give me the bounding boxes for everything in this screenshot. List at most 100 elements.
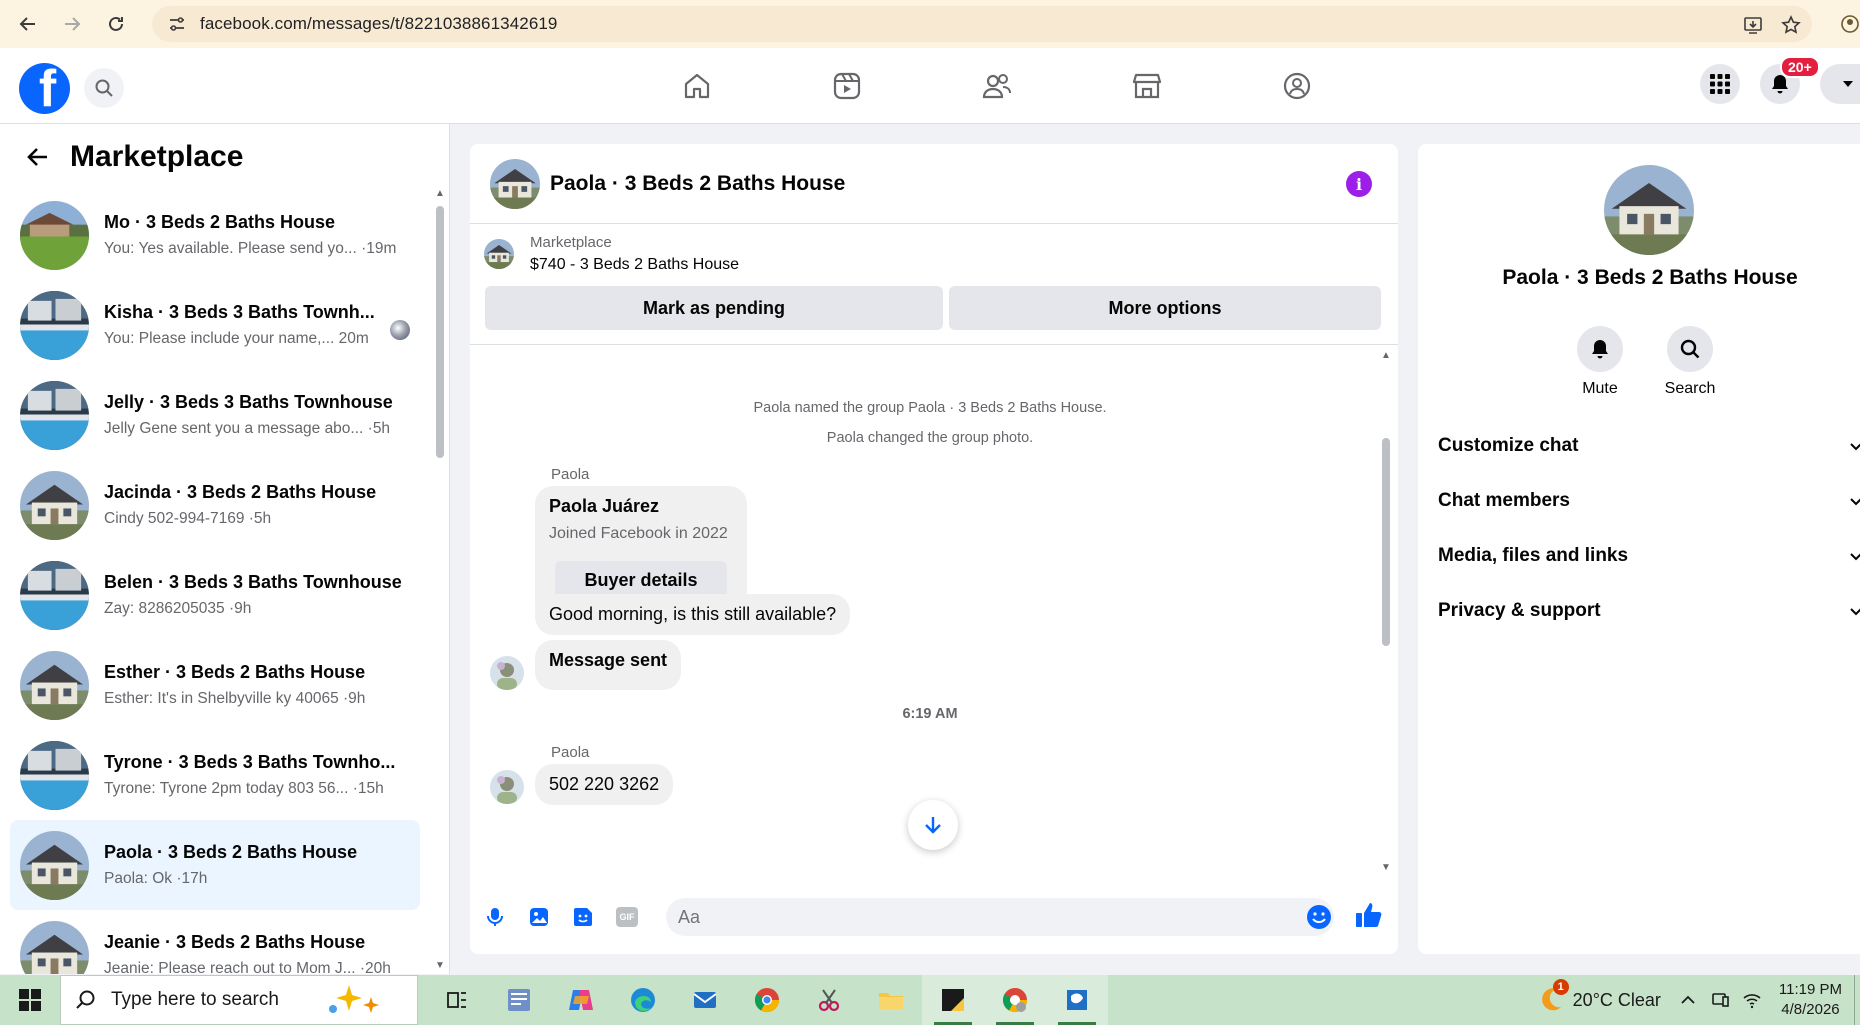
conversation-info-button[interactable]: i	[1346, 171, 1372, 197]
emoji-button[interactable]	[1306, 904, 1332, 930]
sticker-button[interactable]	[568, 902, 598, 932]
taskbar-app-sticky-notes[interactable]	[922, 975, 984, 1025]
star-icon	[1781, 15, 1801, 34]
customize-chat-section[interactable]: Customize chat	[1438, 426, 1860, 466]
scroll-to-bottom-button[interactable]	[908, 800, 958, 850]
clock[interactable]: 11:19 PM 4/8/2026	[1779, 980, 1842, 1020]
url-text[interactable]: facebook.com/messages/t/8221038861342619	[200, 14, 557, 34]
tab-groups[interactable]	[1222, 64, 1372, 108]
taskbar-app-outlook[interactable]	[674, 975, 736, 1025]
header-divider	[470, 344, 1398, 345]
more-options-button[interactable]: More options	[949, 286, 1381, 330]
message-input[interactable]	[666, 898, 1334, 936]
thread-item[interactable]: Jacinda · 3 Beds 2 Baths House Cindy 502-…	[10, 460, 420, 550]
message-bubble[interactable]: Good morning, is this still available?	[535, 594, 851, 635]
taskbar-app-chrome-profile[interactable]	[984, 975, 1046, 1025]
thread-item[interactable]: Tyrone · 3 Beds 3 Baths Townho... Tyrone:…	[10, 730, 420, 820]
facebook-logo[interactable]: f	[19, 63, 70, 114]
sender-avatar[interactable]	[490, 656, 524, 690]
wifi-icon[interactable]	[1743, 991, 1761, 1009]
voice-clip-button[interactable]	[480, 902, 510, 932]
listing-title: $740 - 3 Beds 2 Baths House	[530, 256, 740, 273]
windows-logo-icon	[19, 989, 41, 1011]
thread-item[interactable]: Kisha · 3 Beds 3 Baths Townh... You: Plea…	[10, 280, 420, 370]
privacy-support-section[interactable]: Privacy & support	[1438, 591, 1860, 631]
message-bubble[interactable]: Message sent	[535, 640, 682, 690]
bookmark-button[interactable]	[1776, 10, 1806, 40]
attach-photo-button[interactable]	[524, 902, 554, 932]
tab-home[interactable]	[622, 64, 772, 108]
chat-scroll-up[interactable]: ▲	[1380, 350, 1392, 361]
thread-title: Mo · 3 Beds 2 Baths House	[104, 212, 336, 232]
thread-thumbnail	[20, 291, 89, 360]
video-icon	[833, 72, 861, 100]
mark-pending-button[interactable]: Mark as pending	[485, 286, 943, 330]
chevron-down-icon	[1843, 81, 1853, 87]
message-bubble[interactable]: 502 220 3262	[535, 764, 674, 805]
menu-button[interactable]	[1700, 64, 1740, 104]
sender-avatar[interactable]	[490, 770, 524, 804]
arrow-left-icon	[19, 17, 35, 31]
reload-button[interactable]	[94, 2, 138, 46]
taskbar-search[interactable]: Type here to search	[60, 975, 418, 1025]
chevron-down-icon	[1850, 608, 1860, 616]
sidebar-scrollbar[interactable]	[436, 206, 444, 458]
sidebar-scroll-down[interactable]: ▼	[434, 960, 446, 971]
device-icon[interactable]	[1711, 991, 1729, 1009]
taskbar-app-copilot[interactable]	[550, 975, 612, 1025]
windows-taskbar: Type here to search 1 20°C Clear 11:19 P…	[0, 975, 1860, 1025]
chat-avatar[interactable]	[490, 159, 540, 209]
browser-profile-button[interactable]	[1836, 8, 1860, 40]
thread-item[interactable]: Jeanie · 3 Beds 2 Baths House Jeanie: Ple…	[10, 910, 420, 974]
taskbar-app-chrome[interactable]	[736, 975, 798, 1025]
start-button[interactable]	[0, 975, 60, 1025]
forward-button[interactable]	[50, 2, 94, 46]
chat-scroll-down[interactable]: ▼	[1380, 862, 1392, 873]
conversation-avatar[interactable]	[1604, 165, 1694, 255]
taskbar-app-edge[interactable]	[612, 975, 674, 1025]
search-icon	[95, 79, 113, 97]
thread-item[interactable]: Esther · 3 Beds 2 Baths House Esther: It'…	[10, 640, 420, 730]
show-desktop-button[interactable]	[1854, 975, 1860, 1025]
taskbar-app-explorer[interactable]	[860, 975, 922, 1025]
mute-button[interactable]: Mute	[1572, 326, 1628, 398]
install-app-button[interactable]	[1738, 10, 1768, 40]
back-button[interactable]	[6, 2, 50, 46]
search-button[interactable]	[84, 68, 124, 108]
chat-header: Paola · 3 Beds 2 Baths House i	[470, 144, 1398, 224]
thread-item[interactable]: Jelly · 3 Beds 3 Baths Townhouse Jelly Ge…	[10, 370, 420, 460]
task-view-button[interactable]	[426, 975, 488, 1025]
thread-item[interactable]: Mo · 3 Beds 2 Baths House You: Yes availa…	[10, 190, 420, 280]
listing-summary[interactable]: Marketplace $740 - 3 Beds 2 Baths House	[484, 234, 739, 274]
tab-friends[interactable]	[922, 64, 1072, 108]
sidebar-back-button[interactable]	[24, 143, 52, 171]
taskbar-app-notepad[interactable]	[488, 975, 550, 1025]
tab-marketplace[interactable]	[1072, 64, 1222, 108]
copilot-icon	[569, 990, 593, 1010]
taskbar-app-blue[interactable]	[1046, 975, 1108, 1025]
search-in-conversation-button[interactable]: Search	[1662, 326, 1718, 398]
site-settings-icon[interactable]	[168, 15, 186, 33]
gif-button[interactable]: GIF	[612, 902, 642, 932]
grid-menu-icon	[1710, 74, 1730, 94]
notifications-button[interactable]: 20+	[1760, 56, 1820, 104]
account-button[interactable]	[1820, 64, 1860, 104]
taskbar-app-snipping[interactable]	[798, 975, 860, 1025]
marketplace-label: Marketplace	[530, 234, 612, 251]
send-like-button[interactable]	[1354, 900, 1386, 932]
chat-members-section[interactable]: Chat members	[1438, 481, 1860, 521]
tab-video[interactable]	[772, 64, 922, 108]
chat-title[interactable]: Paola · 3 Beds 2 Baths House	[550, 172, 845, 196]
chevron-up-icon[interactable]	[1679, 991, 1697, 1009]
weather-widget[interactable]: 1 20°C Clear	[1535, 979, 1661, 1015]
thread-title: Esther · 3 Beds 2 Baths House	[104, 662, 366, 682]
address-bar[interactable]: facebook.com/messages/t/8221038861342619	[152, 6, 1812, 42]
notification-badge: 20+	[1780, 56, 1820, 78]
media-files-links-section[interactable]: Media, files and links	[1438, 536, 1860, 576]
thread-item[interactable]: Belen · 3 Beds 3 Baths Townhouse Zay: 828…	[10, 550, 420, 640]
thread-preview: Jeanie: Please reach out to Mom J... ·20…	[104, 960, 391, 974]
thread-item[interactable]: Paola · 3 Beds 2 Baths House Paola: Ok ·1…	[10, 820, 420, 910]
sidebar-scroll-up[interactable]: ▲	[434, 188, 446, 199]
system-message: Paola changed the group photo.	[826, 430, 1034, 446]
chat-scrollbar[interactable]	[1382, 438, 1390, 646]
